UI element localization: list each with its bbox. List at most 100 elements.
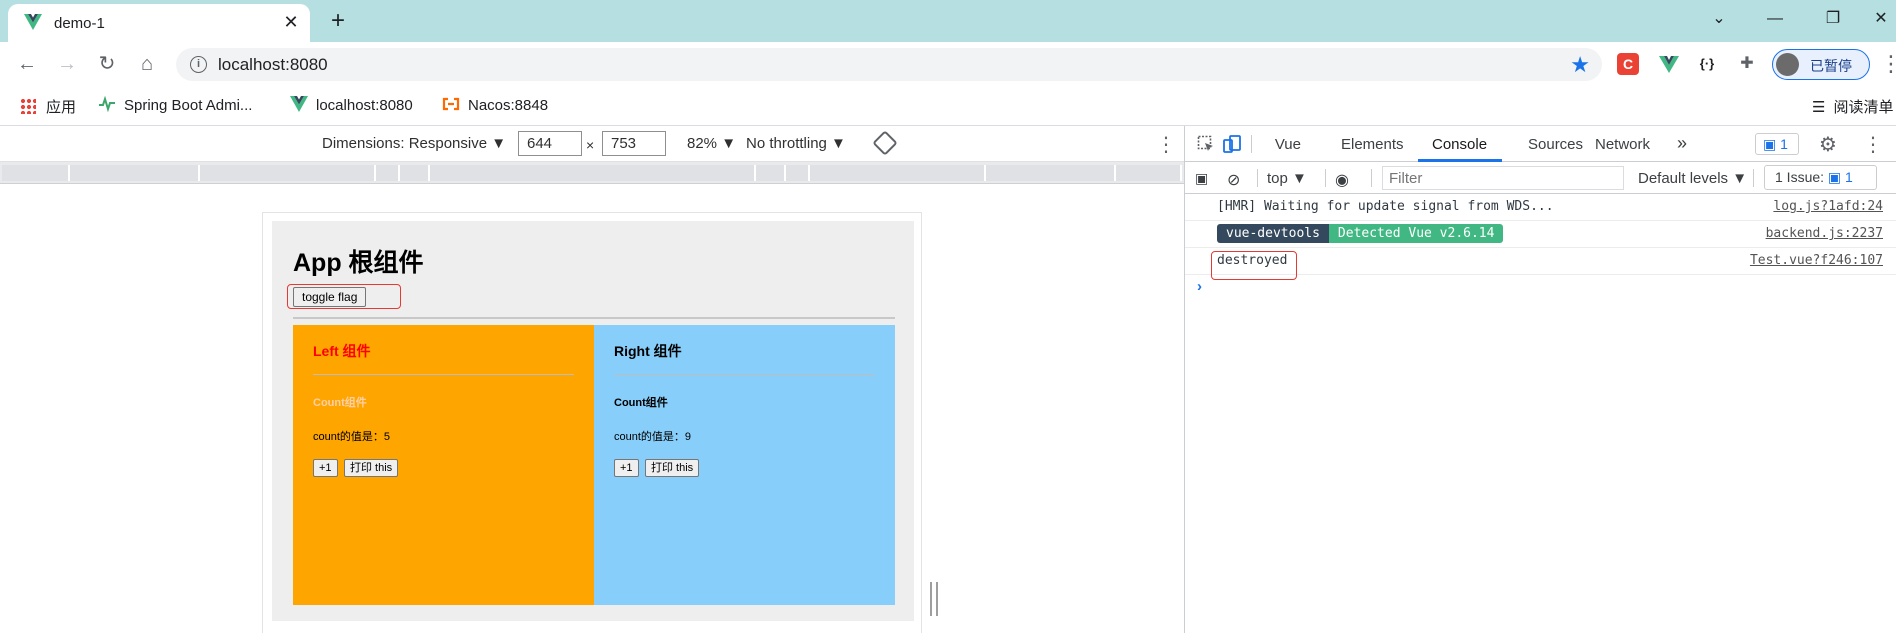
c-extension-icon[interactable]: C xyxy=(1617,53,1639,75)
log-source-link[interactable]: Test.vue?f246:107 xyxy=(1750,253,1883,268)
log-levels-dropdown[interactable]: Default levels ▼ xyxy=(1638,170,1747,187)
bookmark-label: Spring Boot Admi... xyxy=(124,97,253,114)
console-toolbar: ▣ ⊘ top ▼ ◉ Default levels ▼ 1 Issue: ▣ … xyxy=(1185,162,1896,194)
more-tabs-icon[interactable]: » xyxy=(1677,133,1687,154)
viewport-height-input[interactable] xyxy=(602,131,666,156)
restore-button[interactable]: ❐ xyxy=(1818,6,1848,32)
vue-logo-icon xyxy=(24,14,42,30)
ruler-segment[interactable] xyxy=(810,165,986,181)
ruler-segment[interactable] xyxy=(2,165,70,181)
dimension-separator: × xyxy=(586,137,595,153)
tab-vue[interactable]: Vue xyxy=(1253,136,1301,153)
bookmark-nacos[interactable]: Nacos:8848 xyxy=(442,96,548,116)
page-title: App 根组件 xyxy=(293,249,424,277)
log-source-link[interactable]: log.js?1afd:24 xyxy=(1773,199,1883,214)
print-this-button[interactable]: 打印 this xyxy=(344,459,399,477)
console-filter-input[interactable] xyxy=(1382,166,1624,190)
toolbar-separator xyxy=(1753,169,1754,187)
issue-counter-button[interactable]: 1 Issue: ▣ 1 xyxy=(1764,165,1877,190)
live-expression-eye-icon[interactable]: ◉ xyxy=(1335,170,1349,190)
bookmark-star-icon[interactable]: ★ xyxy=(1570,52,1590,78)
back-arrow-icon[interactable]: ← xyxy=(13,50,41,78)
devtools-tab-bar: Vue Elements Console Sources Network » ▣… xyxy=(1185,126,1896,162)
ruler-segment[interactable] xyxy=(756,165,786,181)
issues-badge[interactable]: ▣ 1 xyxy=(1755,133,1799,155)
clear-console-icon[interactable]: ⊘ xyxy=(1227,170,1240,190)
bookmark-apps[interactable]: 应用 xyxy=(20,96,76,116)
annotation-highlight xyxy=(1211,251,1297,280)
sidebar-toggle-icon[interactable]: ▣ xyxy=(1195,170,1208,187)
apps-grid-icon xyxy=(20,98,36,114)
bookmark-localhost[interactable]: localhost:8080 xyxy=(290,96,413,116)
viewport-resize-handle[interactable] xyxy=(930,582,938,616)
ruler-segment[interactable] xyxy=(400,165,430,181)
ruler-segment[interactable] xyxy=(200,165,376,181)
minimize-button[interactable]: — xyxy=(1760,6,1790,32)
puzzle-icon[interactable]: ✚ xyxy=(1736,53,1758,75)
profile-status-label: 已暂停 xyxy=(1810,58,1852,74)
increment-button[interactable]: +1 xyxy=(313,459,338,477)
count-value-text: count的值是：5 xyxy=(313,431,391,443)
count-value-text: count的值是：9 xyxy=(614,431,692,443)
new-tab-button[interactable]: + xyxy=(324,8,352,36)
site-info-icon[interactable]: i xyxy=(190,56,207,73)
reload-icon[interactable]: ↻ xyxy=(93,50,121,78)
tab-close-icon[interactable]: ✕ xyxy=(280,11,302,33)
throttling-dropdown[interactable]: No throttling ▼ xyxy=(746,135,846,152)
rotate-icon[interactable] xyxy=(872,130,898,156)
app-root-component: App 根组件 toggle flag Left 组件 Count组件 coun… xyxy=(272,221,914,621)
forward-arrow-icon[interactable]: → xyxy=(53,50,81,78)
ruler-segment[interactable] xyxy=(786,165,810,181)
profile-button[interactable]: 已暂停 xyxy=(1772,49,1870,80)
tab-console[interactable]: Console xyxy=(1432,136,1487,153)
url-text[interactable]: localhost:8080 xyxy=(218,55,328,75)
tab-title: demo-1 xyxy=(54,15,105,32)
viewport-width-input[interactable] xyxy=(518,131,582,156)
issues-count: 1 xyxy=(1780,136,1788,152)
count-component-title: Count组件 xyxy=(614,397,668,409)
ruler-segment[interactable] xyxy=(1116,165,1182,181)
vue-devtools-icon[interactable] xyxy=(1658,53,1680,75)
address-bar[interactable]: i localhost:8080 ★ xyxy=(176,48,1602,81)
devtools-more-icon[interactable]: ⋮ xyxy=(1863,132,1883,157)
log-message: [HMR] Waiting for update signal from WDS… xyxy=(1217,199,1554,214)
emulated-device: App 根组件 toggle flag Left 组件 Count组件 coun… xyxy=(262,212,922,633)
console-prompt-icon[interactable]: › xyxy=(1197,278,1202,295)
device-more-icon[interactable]: ⋮ xyxy=(1156,132,1176,157)
right-component-title: Right 组件 xyxy=(614,343,682,359)
device-toggle-icon[interactable] xyxy=(1223,135,1241,153)
reading-list[interactable]: ☰ 阅读清单 xyxy=(1812,96,1893,117)
dimensions-dropdown[interactable]: Dimensions: Responsive ▼ xyxy=(322,135,506,152)
context-selector[interactable]: top ▼ xyxy=(1267,170,1307,187)
log-source-link[interactable]: backend.js:2237 xyxy=(1766,226,1883,241)
ruler-segment[interactable] xyxy=(70,165,200,181)
settings-gear-icon[interactable]: ⚙ xyxy=(1819,132,1837,157)
inspect-element-icon[interactable] xyxy=(1197,135,1215,153)
browser-menu-icon[interactable]: ⋮ xyxy=(1880,50,1896,78)
tab-network[interactable]: Network xyxy=(1595,136,1650,153)
tab-elements[interactable]: Elements xyxy=(1341,136,1404,153)
vue-devtools-badge: vue-devtools Detected Vue v2.6.14 xyxy=(1217,224,1504,243)
annotation-highlight xyxy=(287,284,401,309)
nacos-icon xyxy=(442,97,460,111)
tab-sources[interactable]: Sources xyxy=(1528,136,1583,153)
bookmark-label: localhost:8080 xyxy=(316,97,413,114)
ruler-segment[interactable] xyxy=(430,165,756,181)
left-component: Left 组件 Count组件 count的值是：5 +1 打印 this xyxy=(293,325,594,605)
close-window-button[interactable]: ✕ xyxy=(1866,6,1896,32)
reading-list-label: 阅读清单 xyxy=(1833,99,1894,116)
tab-search-icon[interactable]: ⌄ xyxy=(1704,6,1734,32)
bookmark-spring-boot-admin[interactable]: Spring Boot Admi... xyxy=(98,96,252,116)
print-this-button[interactable]: 打印 this xyxy=(645,459,700,477)
zoom-dropdown[interactable]: 82% ▼ xyxy=(687,135,736,152)
browser-tab[interactable]: demo-1 ✕ xyxy=(8,4,310,42)
increment-button[interactable]: +1 xyxy=(614,459,639,477)
ruler-segment[interactable] xyxy=(376,165,400,181)
issue-counter-label: 1 Issue: xyxy=(1775,169,1828,185)
ruler-segment[interactable] xyxy=(986,165,1116,181)
json-viewer-icon[interactable]: {·} xyxy=(1696,53,1718,75)
divider xyxy=(313,374,574,375)
divider xyxy=(614,374,875,375)
home-icon[interactable]: ⌂ xyxy=(133,50,161,78)
bookmark-label: 应用 xyxy=(46,99,77,116)
